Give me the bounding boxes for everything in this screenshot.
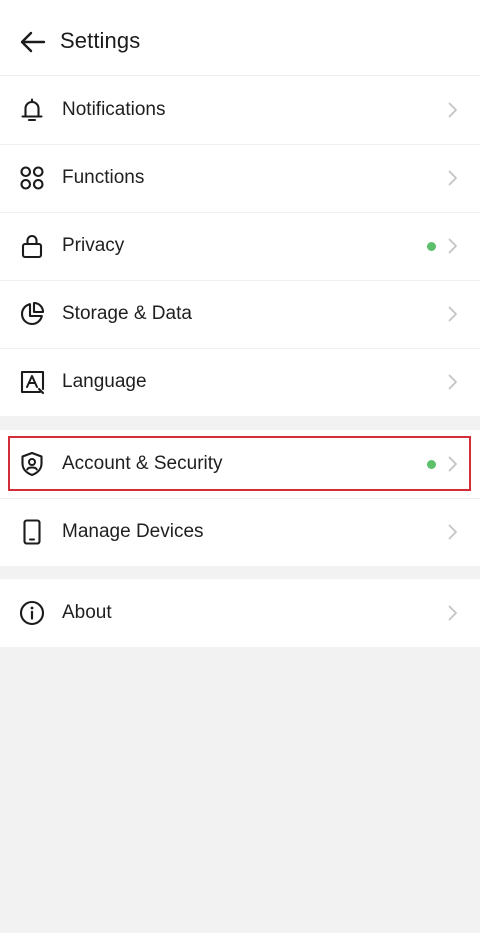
language-icon — [20, 370, 45, 395]
chevron-right-icon — [448, 238, 457, 254]
phone-icon — [23, 519, 41, 545]
chevron-right-icon — [448, 306, 457, 322]
settings-item-account-security[interactable]: Account & Security — [0, 430, 480, 498]
settings-item-label: Storage & Data — [62, 303, 192, 324]
grid-icon — [20, 166, 44, 190]
back-button[interactable] — [14, 26, 50, 58]
chevron-right-icon — [448, 170, 457, 186]
arrow-left-icon — [20, 31, 46, 53]
lock-icon — [21, 234, 43, 259]
settings-item-label: Functions — [62, 167, 145, 188]
status-dot — [427, 242, 436, 251]
chevron-right-icon — [448, 456, 457, 472]
settings-item-label: About — [62, 602, 112, 623]
header: Settings — [0, 0, 480, 76]
chevron-right-icon — [448, 524, 457, 540]
settings-group-account: Account & Security Manage Devices — [0, 430, 480, 566]
page-title: Settings — [60, 28, 141, 53]
settings-item-label: Manage Devices — [62, 521, 204, 542]
shield-user-icon — [21, 451, 43, 477]
settings-item-about[interactable]: About — [0, 579, 480, 647]
pie-chart-icon — [21, 301, 45, 325]
settings-item-label: Account & Security — [62, 453, 223, 474]
settings-item-label: Language — [62, 371, 147, 392]
settings-item-label: Notifications — [62, 99, 166, 120]
settings-item-language[interactable]: Language — [0, 348, 480, 416]
status-dot — [427, 460, 436, 469]
chevron-right-icon — [448, 374, 457, 390]
bell-icon — [21, 98, 43, 122]
settings-item-manage-devices[interactable]: Manage Devices — [0, 498, 480, 566]
chevron-right-icon — [448, 605, 457, 621]
settings-group-about: About — [0, 579, 480, 647]
info-icon — [19, 600, 45, 626]
settings-item-notifications[interactable]: Notifications — [0, 76, 480, 144]
settings-group-general: Notifications Functions Privacy Storage … — [0, 76, 480, 416]
chevron-right-icon — [448, 102, 457, 118]
settings-item-privacy[interactable]: Privacy — [0, 212, 480, 280]
settings-item-storage-data[interactable]: Storage & Data — [0, 280, 480, 348]
settings-item-label: Privacy — [62, 235, 125, 256]
settings-item-functions[interactable]: Functions — [0, 144, 480, 212]
